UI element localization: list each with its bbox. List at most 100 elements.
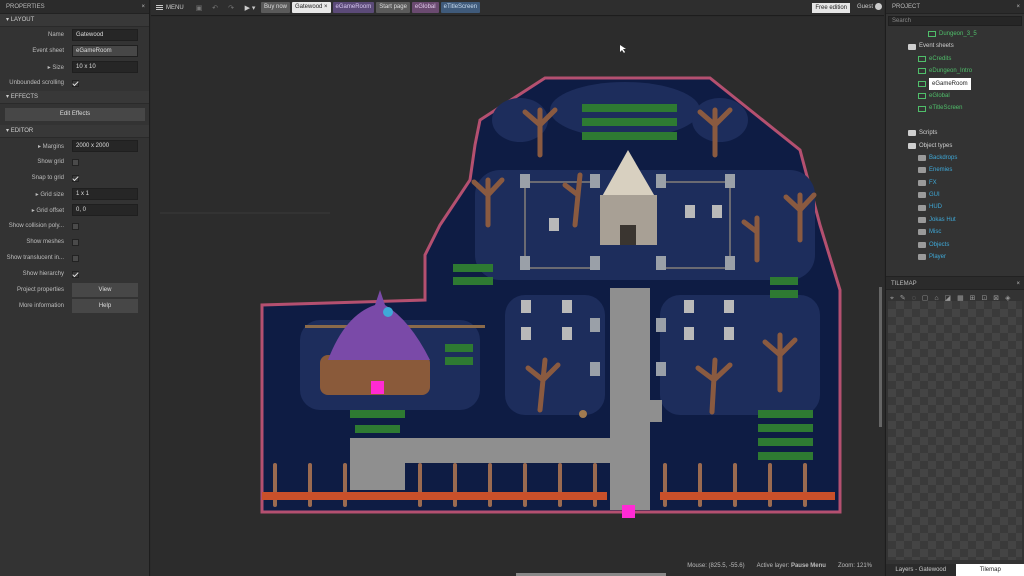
size-label-text: Size (52, 64, 64, 71)
right-panel: PROJECT × Search Dungeon_3_5 Event sheets… (885, 0, 1024, 576)
guest-label: Guest (856, 3, 873, 10)
tab-start-page[interactable]: Start page (376, 2, 410, 13)
tree-item[interactable]: Backdrops (886, 152, 1024, 164)
grid-size-label-text: Grid size (40, 191, 64, 198)
meshes-checkbox[interactable] (72, 238, 79, 246)
prop-translucent: Show translucent in... (0, 250, 149, 266)
tree-item[interactable]: eDungeon_Intro (886, 65, 1024, 77)
menu-button[interactable]: MENU (151, 5, 191, 11)
tree-item[interactable]: FX (886, 177, 1024, 189)
prop-margins: ▸ Margins 2000 x 2000 (0, 138, 149, 154)
document-tabs: Buy now Gatewood × eGameRoom Start page eGlo… (261, 2, 482, 13)
folder-icon (918, 204, 926, 211)
tab-gatewood[interactable]: Gatewood × (292, 2, 331, 13)
unbounded-checkbox[interactable] (72, 79, 79, 87)
tab-egameroom[interactable]: eGameRoom (332, 2, 375, 13)
tab-eglobal[interactable]: eGlobal (411, 2, 439, 13)
event-sheet-icon (918, 93, 926, 100)
view-button[interactable]: View (72, 283, 138, 297)
bottom-tab-tilemap[interactable]: Tilemap (955, 564, 1024, 576)
folder-icon (908, 142, 916, 149)
folder-icon (918, 254, 926, 261)
event-sheet-icon (918, 105, 926, 112)
show-grid-checkbox[interactable] (72, 158, 79, 166)
tree-item[interactable]: eCredits (886, 53, 1024, 65)
layout-canvas[interactable]: Mouse: (825.5, -55.6) Active layer: Paus… (151, 17, 884, 576)
tab-etitlescreen[interactable]: eTitleScreen (440, 2, 481, 13)
orange-bushes (262, 492, 835, 500)
tree-item-label: HUD (929, 204, 942, 211)
prop-event-sheet: Event sheet eGameRoom (0, 43, 149, 59)
section-layout[interactable]: ▾ LAYOUT (0, 14, 149, 27)
tree-item[interactable]: Player (886, 251, 1024, 263)
tree-item[interactable]: eGlobal (886, 90, 1024, 102)
user-icon (875, 3, 882, 10)
game-map (160, 45, 842, 518)
name-field[interactable]: Gatewood (72, 29, 138, 41)
translucent-checkbox[interactable] (72, 254, 79, 262)
properties-close-icon[interactable]: × (141, 0, 145, 13)
event-sheet-select[interactable]: eGameRoom (72, 45, 138, 57)
tree-item[interactable]: Dungeon_3_5 (886, 28, 1024, 40)
prop-name: Name Gatewood (0, 27, 149, 43)
tree-item[interactable]: Scripts (886, 127, 1024, 139)
tileset-preview[interactable] (888, 301, 1022, 560)
snap-checkbox[interactable] (72, 174, 79, 182)
free-edition-badge[interactable]: Free edition (812, 3, 850, 13)
project-search-input[interactable]: Search (888, 16, 1022, 26)
collision-checkbox[interactable] (72, 222, 79, 230)
prop-collision: Show collision poly... (0, 218, 149, 234)
tab-buy-now[interactable]: Buy now (261, 2, 291, 13)
play-icon[interactable]: ▶ ▾ (239, 4, 261, 12)
tab-close-icon[interactable]: × (322, 4, 328, 10)
hierarchy-label: Show hierarchy (22, 271, 64, 277)
tilemap-close-icon[interactable]: × (1016, 277, 1020, 289)
hierarchy-checkbox[interactable] (72, 270, 79, 278)
grid-offset-field[interactable]: 0, 0 (72, 204, 138, 216)
name-label: Name (47, 32, 64, 38)
tree-item[interactable]: eGameRoom (886, 77, 1024, 90)
project-titlebar: PROJECT × (886, 0, 1024, 14)
bottom-tabs: Layers - Gatewood Tilemap (886, 564, 1024, 576)
guest-account[interactable]: Guest (857, 3, 882, 10)
project-close-icon[interactable]: × (1016, 0, 1020, 13)
prop-hierarchy: Show hierarchy (0, 266, 149, 282)
folder-icon (908, 130, 916, 137)
tree-item-label: eCredits (929, 55, 952, 62)
tree-item[interactable]: GUI (886, 189, 1024, 201)
tree-item[interactable]: eTitleScreen (886, 102, 1024, 114)
prop-grid-size: ▸ Grid size 1 x 1 (0, 186, 149, 202)
tree-item-label: eDungeon_Intro (929, 68, 973, 75)
tree-item-label: eTitleScreen (929, 105, 963, 112)
tree-item[interactable]: Object types (886, 140, 1024, 152)
status-bar: Mouse: (825.5, -55.6) Active layer: Paus… (687, 563, 872, 569)
help-button[interactable]: Help (72, 299, 138, 313)
properties-panel: PROPERTIES × ▾ LAYOUT Name Gatewood Event… (0, 0, 150, 576)
pond-shape (505, 295, 605, 415)
tree-item-label: Scripts (919, 130, 938, 137)
tree-item[interactable]: Objects (886, 239, 1024, 251)
tree-item[interactable]: Event sheets (886, 40, 1024, 52)
margins-field[interactable]: 2000 x 2000 (72, 140, 138, 152)
grid-size-field[interactable]: 1 x 1 (72, 188, 138, 200)
section-effects[interactable]: ▾ EFFECTS (0, 91, 149, 104)
tree-item[interactable]: HUD (886, 201, 1024, 213)
event-sheet-icon (918, 80, 926, 87)
section-editor[interactable]: ▾ EDITOR (0, 125, 149, 138)
tree-item[interactable]: Misc (886, 226, 1024, 238)
section-effects-label: EFFECTS (10, 94, 39, 100)
edit-effects-button[interactable]: Edit Effects (5, 108, 145, 121)
tab-label: eTitleScreen (443, 4, 478, 10)
tree-item-label: Object types (919, 142, 953, 149)
vertical-scrollbar[interactable] (879, 287, 882, 427)
redo-icon[interactable]: ↷ (223, 4, 239, 12)
active-layer-label: Active layer: (756, 563, 790, 569)
save-icon[interactable]: ▣ (191, 4, 207, 12)
tree-item[interactable]: Jokas Hut (886, 214, 1024, 226)
undo-icon[interactable]: ↶ (207, 4, 223, 12)
tree-item-label: Backdrops (929, 154, 958, 161)
size-field[interactable]: 10 x 10 (72, 61, 138, 73)
bottom-tab-layers-gatewood[interactable]: Layers - Gatewood (886, 564, 956, 576)
tab-label: eGlobal (414, 4, 436, 10)
tree-item[interactable]: Enemies (886, 164, 1024, 176)
